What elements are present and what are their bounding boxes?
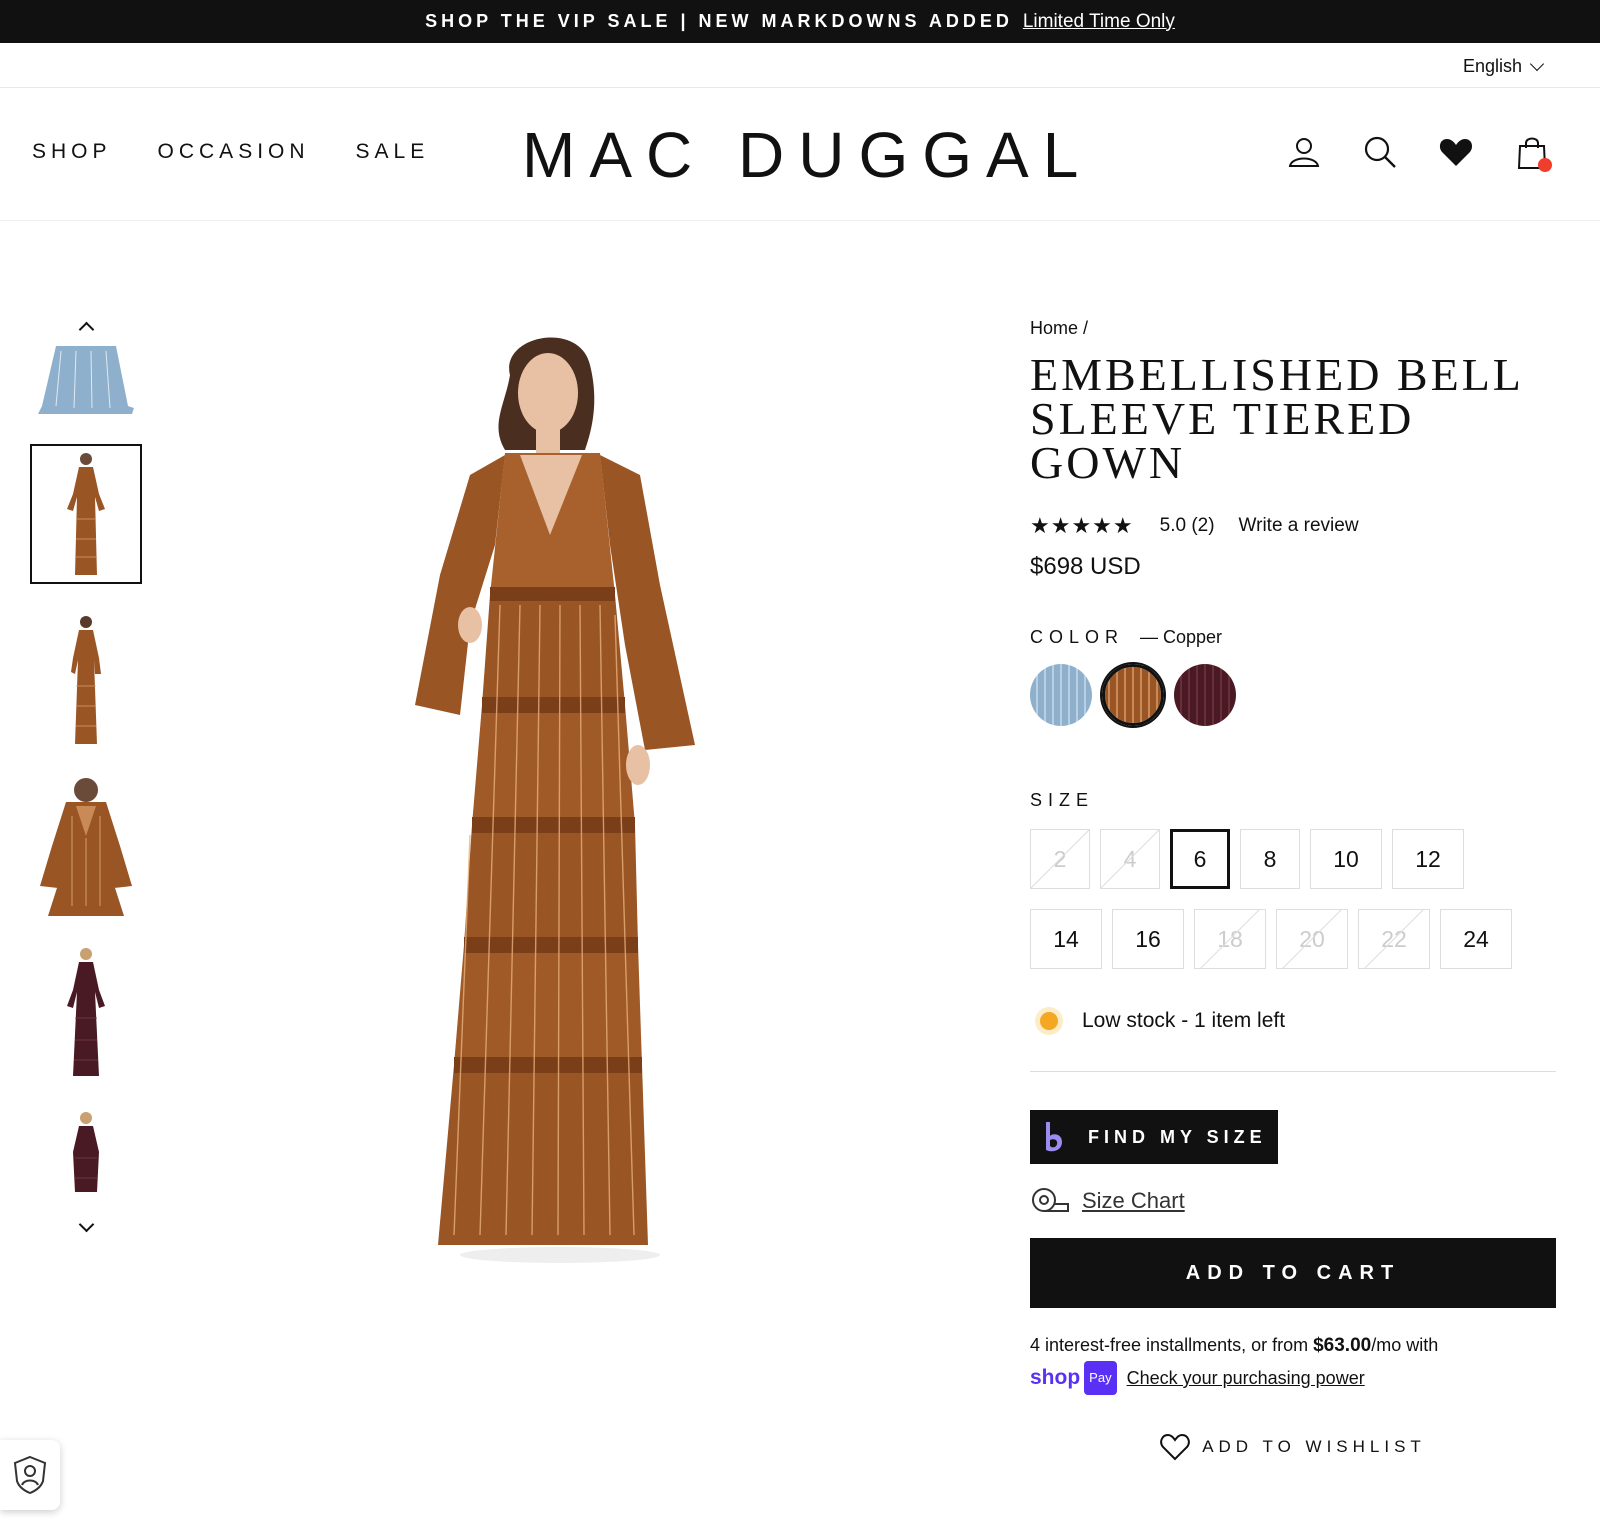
installments-text: 4 interest-free installments, or from — [1030, 1335, 1314, 1355]
add-to-cart-button[interactable]: ADD TO CART — [1030, 1238, 1556, 1308]
thumbnail-4[interactable] — [30, 776, 142, 916]
stock-dot-icon — [1040, 1012, 1058, 1030]
language-selector[interactable]: English — [1462, 56, 1545, 77]
product-price: $698 USD — [1030, 553, 1141, 580]
find-my-size-label: FIND MY SIZE — [1088, 1126, 1267, 1147]
chevron-down-icon — [78, 1216, 94, 1232]
shop-pay-logo: shop Pay — [1030, 1361, 1117, 1395]
nav-shop[interactable]: SHOP — [32, 140, 112, 164]
size-option-18[interactable]: 18 — [1194, 909, 1266, 969]
installments-line: 4 interest-free installments, or from $6… — [1030, 1330, 1560, 1361]
size-option-16[interactable]: 16 — [1112, 909, 1184, 969]
installments-amount: $63.00 — [1313, 1335, 1372, 1356]
color-swatch-copper[interactable] — [1102, 664, 1164, 726]
installments-suffix: /mo with — [1371, 1335, 1439, 1355]
thumb-next-button[interactable] — [30, 1214, 142, 1242]
color-swatch-burgundy[interactable] — [1174, 664, 1236, 726]
thumbnail-2-selected[interactable] — [30, 444, 142, 584]
size-option-8[interactable]: 8 — [1240, 829, 1300, 889]
cart-icon[interactable] — [1514, 134, 1552, 172]
cart-badge-dot — [1538, 158, 1552, 172]
size-option-6[interactable]: 6 — [1170, 829, 1230, 889]
product-info: Home / EMBELLISHED BELL SLEEVE TIERED GO… — [1030, 318, 1560, 1461]
nav-sale[interactable]: SALE — [356, 140, 430, 164]
bold-metrics-logo-icon — [1046, 1122, 1062, 1152]
announcement-text: SHOP THE VIP SALE | NEW MARKDOWNS ADDED — [425, 11, 1013, 31]
announcement-link[interactable]: Limited Time Only — [1023, 11, 1175, 33]
brand-logo[interactable]: MAC DUGGAL — [522, 118, 1092, 192]
account-icon[interactable] — [1286, 134, 1322, 170]
thumbnail-6[interactable] — [30, 1108, 142, 1192]
chevron-up-icon — [78, 321, 94, 337]
size-option-10[interactable]: 10 — [1310, 829, 1382, 889]
thumbnail-gallery — [30, 312, 142, 1242]
thumbnail-1[interactable] — [30, 346, 142, 418]
shop-pay-row: shop Pay Check your purchasing power — [1030, 1361, 1560, 1395]
rating-row: ★★★★★ 5.0 (2) Write a review — [1030, 513, 1560, 539]
color-value: — Copper — [1140, 627, 1223, 647]
size-option-24[interactable]: 24 — [1440, 909, 1512, 969]
size-chart-link[interactable]: Size Chart — [1082, 1188, 1185, 1214]
find-my-size-button[interactable]: FIND MY SIZE — [1030, 1110, 1278, 1164]
shop-pay-badge: Pay — [1084, 1361, 1117, 1395]
star-rating-icon[interactable]: ★★★★★ — [1030, 513, 1134, 539]
size-option-20[interactable]: 20 — [1276, 909, 1348, 969]
language-bar: English — [0, 43, 1600, 88]
privacy-shield-button[interactable] — [0, 1440, 60, 1510]
size-option-2[interactable]: 2 — [1030, 829, 1090, 889]
announcement-bar: SHOP THE VIP SALE | NEW MARKDOWNS ADDED … — [0, 0, 1600, 43]
thumbnail-3[interactable] — [30, 610, 142, 750]
add-to-wishlist-button[interactable]: ADD TO WISHLIST — [1030, 1433, 1556, 1461]
installments-info: 4 interest-free installments, or from $6… — [1030, 1330, 1560, 1395]
stock-status: Low stock - 1 item left — [1040, 1009, 1560, 1033]
size-option-12[interactable]: 12 — [1392, 829, 1464, 889]
product-title: EMBELLISHED BELL SLEEVE TIERED GOWN — [1030, 349, 1523, 488]
header-icons — [1286, 134, 1552, 172]
chevron-down-icon — [1529, 56, 1545, 71]
thumbnail-5[interactable] — [30, 942, 142, 1082]
color-swatches — [1030, 664, 1560, 726]
language-label: English — [1462, 56, 1522, 76]
nav-occasion[interactable]: OCCASION — [158, 140, 310, 164]
tape-measure-icon — [1032, 1188, 1069, 1212]
main-product-image[interactable] — [410, 325, 710, 1270]
search-icon[interactable] — [1362, 134, 1398, 170]
add-to-wishlist-label: ADD TO WISHLIST — [1202, 1437, 1426, 1456]
heart-outline-icon — [1160, 1433, 1190, 1461]
wishlist-heart-icon[interactable] — [1438, 134, 1474, 170]
main-nav: SHOP OCCASION SALE — [32, 140, 429, 164]
rating-value[interactable]: 5.0 (2) — [1160, 515, 1215, 537]
divider — [1030, 1071, 1556, 1072]
write-review-link[interactable]: Write a review — [1239, 515, 1359, 537]
purchasing-power-link[interactable]: Check your purchasing power — [1127, 1363, 1365, 1393]
stock-text: Low stock - 1 item left — [1082, 1009, 1286, 1032]
color-swatch-blue[interactable] — [1030, 664, 1092, 726]
shop-pay-wordmark: shop — [1030, 1366, 1081, 1389]
thumb-prev-button[interactable] — [30, 312, 142, 340]
size-chart-row: Size Chart — [1030, 1186, 1560, 1216]
size-option-22[interactable]: 22 — [1358, 909, 1430, 969]
site-header: SHOP OCCASION SALE MAC DUGGAL — [0, 88, 1600, 221]
size-label: SIZE — [1030, 790, 1095, 810]
color-heading: COLOR — Copper — [1030, 627, 1560, 648]
privacy-shield-icon — [13, 1455, 47, 1495]
breadcrumb[interactable]: Home / — [1030, 318, 1560, 339]
size-option-4[interactable]: 4 — [1100, 829, 1160, 889]
size-option-14[interactable]: 14 — [1030, 909, 1102, 969]
color-label: COLOR — [1030, 627, 1125, 647]
size-options: 2 4 6 8 10 12 14 16 18 20 22 24 — [1030, 829, 1530, 969]
